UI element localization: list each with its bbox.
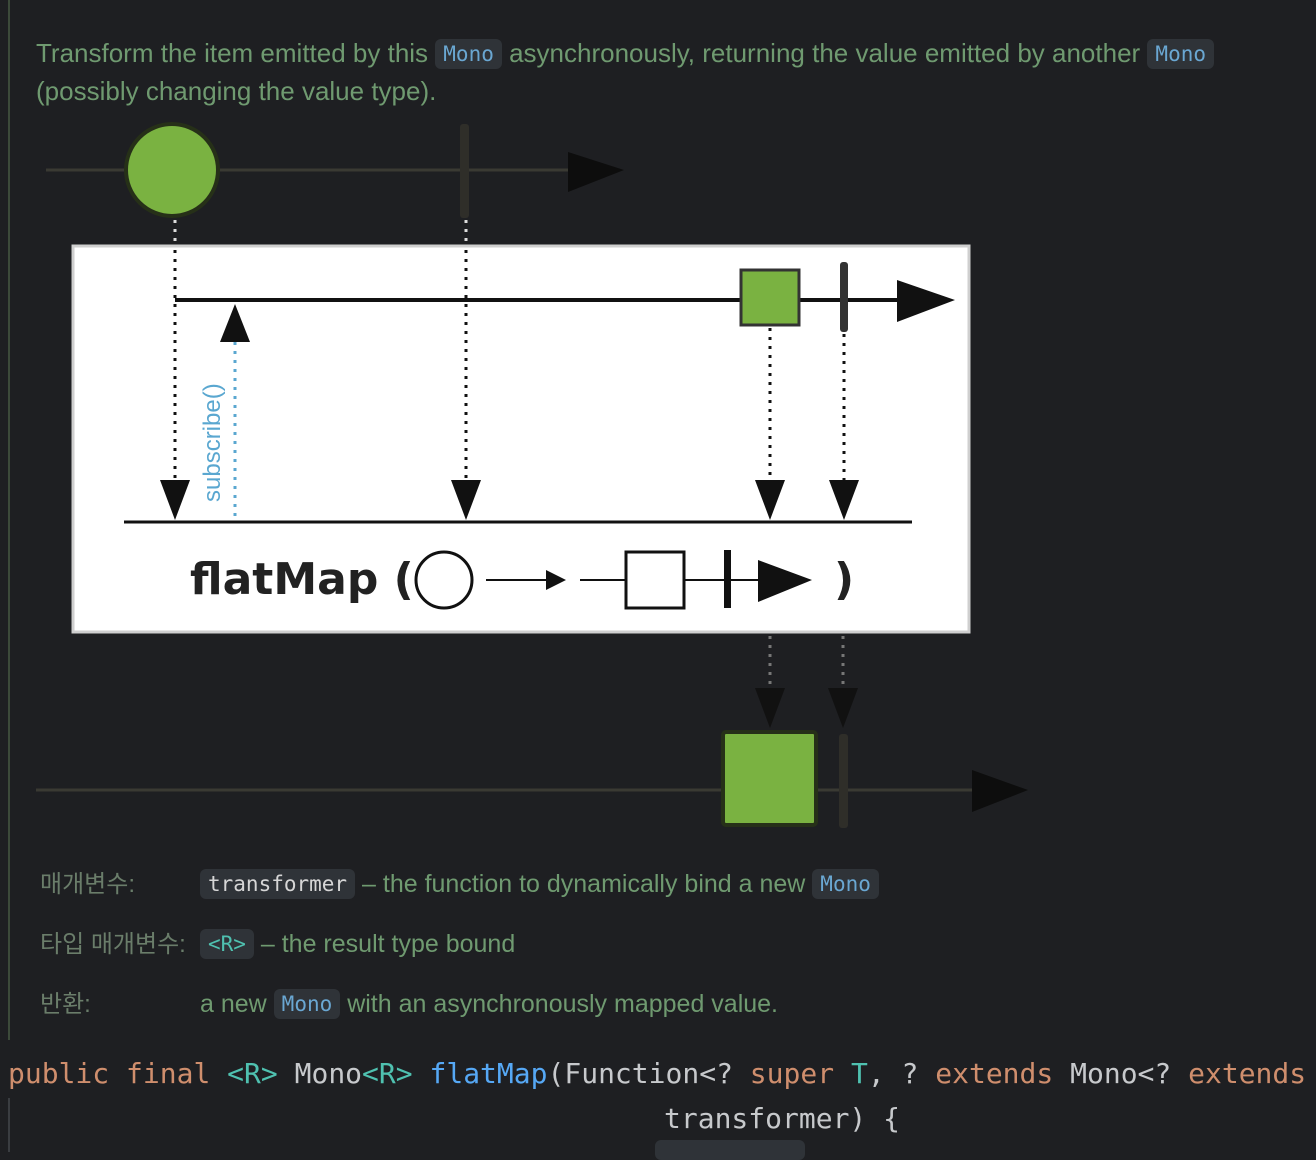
type-param-text: <R> [208, 932, 246, 956]
doc-desc-text-2: asynchronously, returning the value emit… [501, 38, 1148, 68]
code-text: , ? [867, 1057, 936, 1090]
operator-label: flatMap ( [190, 554, 414, 605]
down-arrow-icon [828, 688, 858, 728]
inner-complete-marker [840, 262, 848, 332]
operator-complete-icon [724, 550, 731, 608]
mono-link[interactable]: Mono [435, 39, 502, 69]
return-pre: a new [200, 990, 274, 1018]
code-method-name[interactable]: flatMap [429, 1057, 547, 1090]
result-complete-marker [839, 734, 848, 828]
code-type-param: <R> [227, 1057, 278, 1090]
source-timeline-arrow-icon [568, 152, 624, 192]
type-param-label: 타입 매개변수: [40, 931, 186, 958]
code-keyword: extends [1188, 1057, 1307, 1090]
code-text: transformer) { [664, 1102, 901, 1135]
code-type-param: T [850, 1057, 868, 1090]
mono-link[interactable]: Mono [273, 989, 341, 1019]
code-type-param: <R> [362, 1057, 413, 1090]
code-indent-guide [8, 1098, 10, 1152]
type-param-desc: – the result type bound [253, 930, 516, 958]
code-signature-line-2: transformer) { [664, 1099, 900, 1139]
code-keyword: final [126, 1057, 211, 1090]
doc-desc-text-3: (possibly changing the value type). [36, 76, 437, 106]
doc-desc-text-1: Transform the item emitted by this [36, 38, 436, 68]
param-desc: – the function to dynamically bind a new [355, 870, 813, 898]
code-text: Mono<? [1053, 1057, 1189, 1090]
doc-description: Transform the item emitted by this Mono … [36, 34, 1266, 110]
code-signature-line-1: public final <R> Mono<R> flatMap(Functio… [8, 1054, 1316, 1094]
mono-link[interactable]: Mono [812, 869, 879, 899]
return-post: with an asynchronously mapped value. [340, 990, 779, 1018]
partial-code-chip [655, 1140, 805, 1160]
return-row: 반환: a new Mono with an asynchronously ma… [40, 986, 778, 1023]
code-type[interactable]: Mono [295, 1057, 362, 1090]
source-complete-marker [460, 124, 469, 218]
marble-diagram: subscribe() flatMap ( ) [36, 122, 1028, 828]
param-name: transformer [200, 869, 356, 899]
operator-close-paren: ) [834, 554, 854, 605]
code-keyword: extends [935, 1057, 1054, 1090]
type-param-row: 타입 매개변수: <R> – the result type bound [40, 926, 515, 963]
code-text: (Function<? [547, 1057, 750, 1090]
param-label: 매개변수: [40, 871, 135, 898]
param-row: 매개변수: transformer – the function to dyna… [40, 866, 879, 903]
type-param-name: <R> [200, 929, 254, 959]
source-item-circle [124, 122, 220, 218]
code-keyword: public [8, 1057, 110, 1090]
subscribe-label: subscribe() [199, 383, 226, 502]
return-label: 반환: [40, 991, 91, 1018]
operator-square-icon [624, 550, 686, 610]
code-keyword: super [749, 1057, 835, 1090]
down-arrow-icon [755, 688, 785, 728]
result-timeline-arrow-icon [972, 770, 1028, 812]
inner-item-square [739, 268, 801, 327]
result-item-square [721, 730, 818, 827]
mono-link[interactable]: Mono [1147, 39, 1214, 69]
